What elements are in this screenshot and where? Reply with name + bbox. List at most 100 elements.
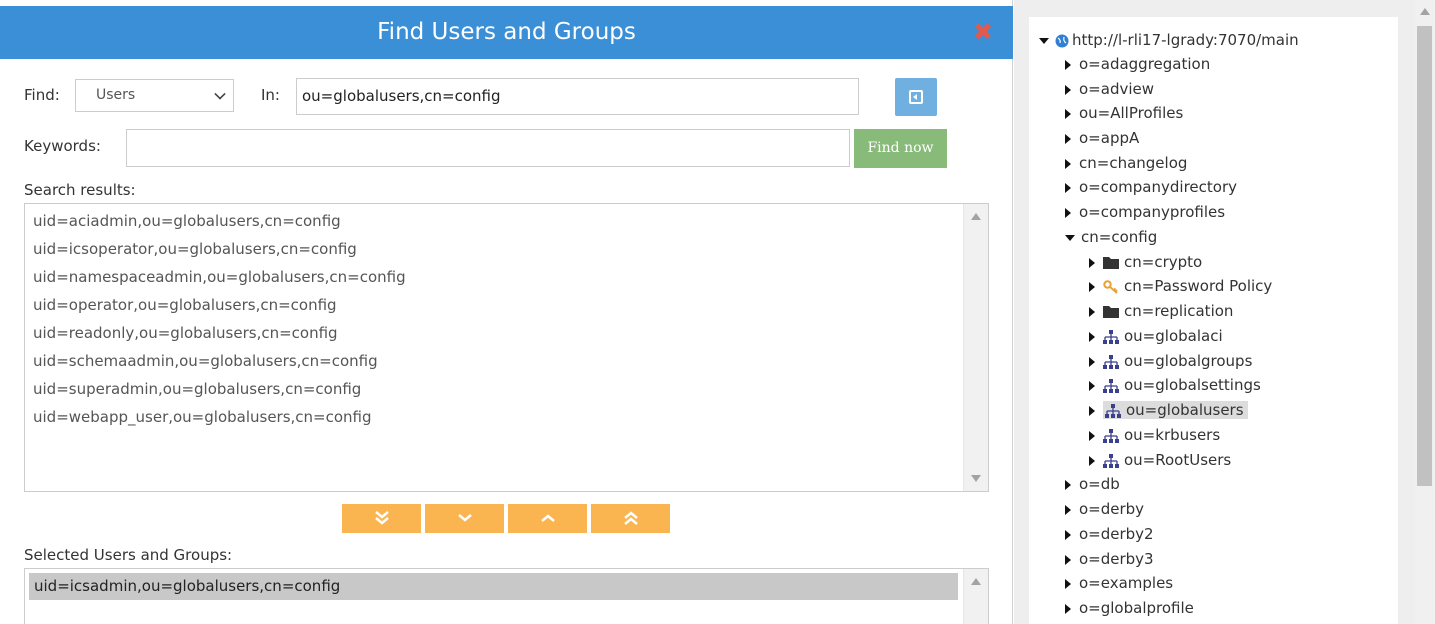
tree-item-label: ou=krbusers bbox=[1124, 426, 1221, 444]
expand-icon[interactable] bbox=[1065, 529, 1071, 540]
org-unit-icon bbox=[1105, 403, 1121, 418]
browse-button[interactable] bbox=[895, 78, 937, 116]
expand-icon[interactable] bbox=[1089, 405, 1095, 416]
tree-child[interactable]: ou=globalsettings bbox=[1089, 374, 1261, 396]
tree-scrollbar[interactable] bbox=[1415, 0, 1435, 624]
result-item[interactable]: uid=readonly,ou=globalusers,cn=config bbox=[25, 319, 963, 347]
tree-item-expanded[interactable]: cn=config bbox=[1065, 226, 1157, 248]
selected-scrollbar[interactable] bbox=[963, 569, 988, 624]
close-icon[interactable]: ✖ bbox=[972, 20, 994, 44]
tree-child[interactable]: ou=globalgroups bbox=[1089, 350, 1252, 372]
search-results-list[interactable]: uid=aciadmin,ou=globalusers,cn=config ui… bbox=[24, 203, 989, 492]
remove-all-button[interactable] bbox=[591, 504, 670, 533]
expand-icon[interactable] bbox=[1089, 306, 1095, 317]
tree-item[interactable]: o=appA bbox=[1065, 127, 1139, 149]
keywords-label: Keywords: bbox=[24, 137, 101, 155]
tree-item[interactable]: ou=AllProfiles bbox=[1065, 102, 1183, 124]
tree-child[interactable]: ou=krbusers bbox=[1089, 424, 1220, 446]
tree-item-label: ou=globalaci bbox=[1124, 327, 1223, 345]
tree-item[interactable]: o=companyprofiles bbox=[1065, 201, 1225, 223]
tree-item[interactable]: o=globalprofile bbox=[1065, 597, 1194, 619]
scroll-up-icon[interactable] bbox=[1420, 8, 1430, 15]
expand-icon[interactable] bbox=[1065, 108, 1071, 119]
results-scrollbar[interactable] bbox=[963, 204, 988, 491]
add-selected-button[interactable] bbox=[425, 504, 504, 533]
result-item[interactable]: uid=icsoperator,ou=globalusers,cn=config bbox=[25, 235, 963, 263]
result-item[interactable]: uid=webapp_user,ou=globalusers,cn=config bbox=[25, 403, 963, 431]
tree-item[interactable]: o=adview bbox=[1065, 78, 1154, 100]
tree-item-label: o=derby3 bbox=[1079, 550, 1154, 568]
collapse-icon[interactable] bbox=[1039, 37, 1049, 44]
tree-item[interactable]: o=derby2 bbox=[1065, 523, 1154, 545]
tree-item-label: cn=changelog bbox=[1079, 154, 1188, 172]
tree-item-label: ou=globalusers bbox=[1126, 401, 1244, 419]
tree-child[interactable]: ou=globalaci bbox=[1089, 325, 1223, 347]
keywords-input[interactable] bbox=[126, 129, 850, 167]
expand-icon[interactable] bbox=[1089, 430, 1095, 441]
in-field[interactable]: ou=globalusers,cn=config bbox=[296, 78, 859, 115]
expand-icon[interactable] bbox=[1065, 504, 1071, 515]
expand-icon[interactable] bbox=[1089, 455, 1095, 466]
result-item[interactable]: uid=aciadmin,ou=globalusers,cn=config bbox=[25, 207, 963, 235]
tree-root-label: http://l-rli17-lgrady:7070/main bbox=[1072, 31, 1299, 49]
expand-icon[interactable] bbox=[1089, 281, 1095, 292]
scroll-up-icon[interactable] bbox=[971, 213, 981, 220]
tree-item[interactable]: o=companydirectory bbox=[1065, 176, 1237, 198]
chevron-down-icon bbox=[214, 88, 226, 100]
collapse-icon[interactable] bbox=[1065, 234, 1075, 241]
expand-icon[interactable] bbox=[1065, 133, 1071, 144]
remove-selected-button[interactable] bbox=[508, 504, 587, 533]
tree-item-label: cn=Password Policy bbox=[1124, 277, 1273, 295]
expand-icon[interactable] bbox=[1065, 603, 1071, 614]
tree-child[interactable]: cn=Password Policy bbox=[1089, 275, 1272, 297]
expand-icon[interactable] bbox=[1065, 207, 1071, 218]
directory-tree: http://l-rli17-lgrady:7070/main o=adaggr… bbox=[1029, 17, 1398, 624]
double-chevron-down-icon bbox=[374, 511, 389, 525]
tree-item[interactable]: o=adaggregation bbox=[1065, 53, 1210, 75]
selected-item[interactable]: uid=icsadmin,ou=globalusers,cn=config bbox=[29, 573, 958, 600]
scroll-up-icon[interactable] bbox=[971, 578, 981, 585]
tree-item-label: o=companyprofiles bbox=[1079, 203, 1226, 221]
expand-icon[interactable] bbox=[1065, 59, 1071, 70]
find-type-select[interactable]: Users bbox=[75, 79, 234, 112]
add-all-button[interactable] bbox=[342, 504, 421, 533]
expand-icon[interactable] bbox=[1065, 182, 1071, 193]
tree-item[interactable]: o=examples bbox=[1065, 572, 1173, 594]
expand-icon[interactable] bbox=[1065, 158, 1071, 169]
expand-icon[interactable] bbox=[1089, 380, 1095, 391]
result-item[interactable]: uid=schemaadmin,ou=globalusers,cn=config bbox=[25, 347, 963, 375]
expand-icon[interactable] bbox=[1065, 84, 1071, 95]
tree-child[interactable]: ou=RootUsers bbox=[1089, 449, 1231, 471]
tree-root[interactable]: http://l-rli17-lgrady:7070/main bbox=[1039, 29, 1299, 51]
tree-item-label: o=examples bbox=[1079, 574, 1174, 592]
tree-item-label: o=appA bbox=[1079, 129, 1140, 147]
org-unit-icon bbox=[1103, 354, 1119, 369]
expand-icon[interactable] bbox=[1065, 578, 1071, 589]
scroll-down-icon[interactable] bbox=[971, 475, 981, 482]
expand-icon[interactable] bbox=[1065, 479, 1071, 490]
dialog-header: Find Users and Groups ✖ bbox=[0, 6, 1013, 59]
result-item[interactable]: uid=superadmin,ou=globalusers,cn=config bbox=[25, 375, 963, 403]
tree-item[interactable]: o=derby bbox=[1065, 498, 1144, 520]
expand-icon[interactable] bbox=[1089, 331, 1095, 342]
dialog-title: Find Users and Groups bbox=[377, 19, 636, 45]
expand-icon[interactable] bbox=[1089, 257, 1095, 268]
tree-item[interactable]: o=derby3 bbox=[1065, 548, 1154, 570]
tree-child[interactable]: cn=crypto bbox=[1089, 251, 1202, 273]
expand-icon[interactable] bbox=[1089, 356, 1095, 367]
selected-list[interactable]: uid=icsadmin,ou=globalusers,cn=config bbox=[24, 568, 989, 624]
find-now-button[interactable]: Find now bbox=[854, 129, 947, 168]
tree-item[interactable]: o=db bbox=[1065, 473, 1120, 495]
in-label: In: bbox=[261, 86, 280, 104]
find-label: Find: bbox=[24, 86, 60, 104]
tree-item[interactable]: cn=changelog bbox=[1065, 152, 1187, 174]
result-item[interactable]: uid=operator,ou=globalusers,cn=config bbox=[25, 291, 963, 319]
tree-child[interactable]: cn=replication bbox=[1089, 300, 1233, 322]
result-item[interactable]: uid=namespaceadmin,ou=globalusers,cn=con… bbox=[25, 263, 963, 291]
tree-child-selected[interactable]: ou=globalusers bbox=[1089, 399, 1248, 421]
scrollbar-thumb[interactable] bbox=[1417, 26, 1432, 486]
tree-item-label: o=db bbox=[1079, 475, 1120, 493]
expand-icon[interactable] bbox=[1065, 554, 1071, 565]
key-icon bbox=[1103, 279, 1118, 294]
tree-item-label: ou=globalgroups bbox=[1124, 352, 1253, 370]
